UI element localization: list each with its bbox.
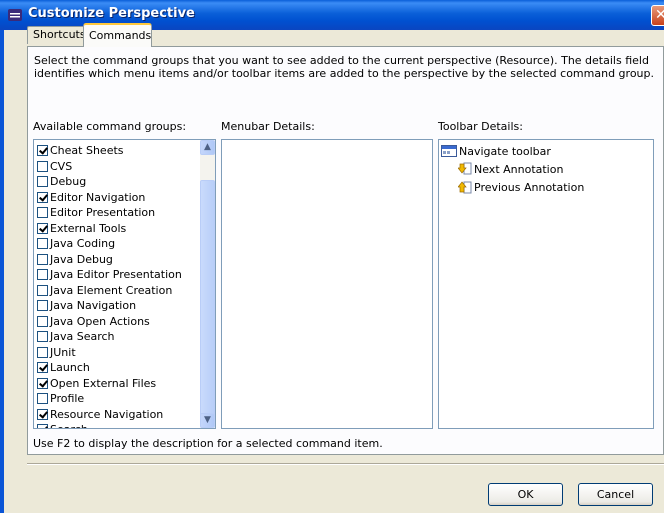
checkbox[interactable] xyxy=(37,253,48,265)
command-group-item[interactable]: Java Coding xyxy=(37,236,115,251)
checkbox[interactable] xyxy=(37,160,48,172)
checkbox[interactable] xyxy=(37,222,48,234)
window-title: Customize Perspective xyxy=(28,6,195,21)
command-group-label: Editor Navigation xyxy=(50,190,146,204)
button-separator xyxy=(27,463,664,465)
toolbar-details-label: Toolbar Details: xyxy=(438,120,523,133)
command-group-label: Resource Navigation xyxy=(50,407,164,421)
command-group-label: Open External Files xyxy=(50,376,157,390)
command-group-label: External Tools xyxy=(50,221,127,235)
previous-annotation-icon xyxy=(458,181,472,194)
toolbar-details-tree[interactable]: Navigate toolbar Next Annotation Previou… xyxy=(438,139,654,429)
tree-item-next-annotation[interactable]: Next Annotation xyxy=(458,161,563,177)
checkbox[interactable] xyxy=(37,284,48,296)
command-group-item[interactable]: Java Debug xyxy=(37,252,113,267)
tab-shortcuts[interactable]: Shortcuts xyxy=(27,26,86,44)
checkbox[interactable] xyxy=(37,300,48,311)
chevron-down-icon: ▼ xyxy=(204,415,211,425)
next-annotation-icon xyxy=(458,162,472,175)
checkbox[interactable] xyxy=(37,408,48,420)
tree-item-previous-annotation[interactable]: Previous Annotation xyxy=(458,179,584,195)
command-group-label: Launch xyxy=(50,361,90,374)
checkbox[interactable] xyxy=(37,362,48,373)
command-group-label: Search xyxy=(50,423,88,428)
command-group-label: Java Search xyxy=(50,330,115,343)
command-group-label: Cheat Sheets xyxy=(50,144,124,157)
checkbox[interactable] xyxy=(37,176,48,187)
command-group-label: CVS xyxy=(50,159,73,173)
command-group-item[interactable]: Editor Navigation xyxy=(37,190,145,205)
scroll-up-button[interactable]: ▲ xyxy=(200,140,215,155)
checkbox[interactable] xyxy=(37,207,48,218)
eclipse-app-icon xyxy=(8,9,22,21)
checkbox[interactable] xyxy=(37,377,48,389)
command-group-label: Java Editor Presentation xyxy=(50,268,182,281)
command-group-item[interactable]: Java Search xyxy=(37,329,115,344)
command-group-item[interactable]: Search xyxy=(37,422,88,428)
ok-button[interactable]: OK xyxy=(488,483,563,506)
checkbox[interactable] xyxy=(37,331,48,342)
close-button[interactable]: ✕ xyxy=(651,5,664,26)
command-group-item[interactable]: Java Element Creation xyxy=(37,283,172,298)
command-group-item[interactable]: Launch xyxy=(37,360,90,375)
command-group-label: Java Open Actions xyxy=(50,314,150,328)
f2-hint-text: Use F2 to display the description for a … xyxy=(33,437,383,450)
command-group-item[interactable]: Java Editor Presentation xyxy=(37,267,182,282)
scroll-thumb[interactable] xyxy=(200,180,215,418)
cancel-button[interactable]: Cancel xyxy=(578,483,653,506)
description-text: Select the command groups that you want … xyxy=(34,54,654,80)
chevron-up-icon: ▲ xyxy=(204,142,211,152)
checkbox[interactable] xyxy=(37,238,48,249)
list-scrollbar[interactable]: ▲ ▼ xyxy=(200,140,215,428)
checkbox[interactable] xyxy=(37,346,48,358)
tree-item-label: Navigate toolbar xyxy=(459,144,551,158)
command-group-label: Editor Presentation xyxy=(50,206,156,219)
scroll-down-button[interactable]: ▼ xyxy=(200,413,215,428)
checkbox[interactable] xyxy=(37,269,48,280)
menubar-details-label: Menubar Details: xyxy=(221,120,315,133)
checkbox[interactable] xyxy=(37,145,48,156)
command-group-item[interactable]: CVS xyxy=(37,159,72,174)
command-group-label: Java Element Creation xyxy=(50,283,173,297)
close-icon: ✕ xyxy=(655,7,664,23)
command-group-label: Debug xyxy=(50,175,87,188)
command-group-item[interactable]: Java Open Actions xyxy=(37,314,150,329)
available-groups-label: Available command groups: xyxy=(33,120,187,133)
checkbox[interactable] xyxy=(37,424,48,428)
command-group-label: Java Navigation xyxy=(50,299,137,312)
command-group-item[interactable]: Resource Navigation xyxy=(37,407,163,422)
menubar-details-box[interactable] xyxy=(221,139,433,429)
command-group-item[interactable]: Java Navigation xyxy=(37,298,136,313)
command-group-item[interactable]: External Tools xyxy=(37,221,126,236)
tree-item-navigate-toolbar[interactable]: Navigate toolbar xyxy=(441,143,551,159)
command-group-item[interactable]: Editor Presentation xyxy=(37,205,155,220)
tab-commands[interactable]: Commands xyxy=(83,23,152,47)
tree-item-label: Next Annotation xyxy=(474,162,564,176)
command-group-item[interactable]: JUnit xyxy=(37,345,76,360)
command-group-item[interactable]: Open External Files xyxy=(37,376,156,391)
command-group-item[interactable]: Cheat Sheets xyxy=(37,143,124,158)
checkbox[interactable] xyxy=(37,191,48,203)
window-frame xyxy=(0,30,4,513)
command-groups-list[interactable]: Cheat Sheets CVS Debug Editor Navigation Edi… xyxy=(33,139,216,429)
command-group-label: JUnit xyxy=(50,345,76,359)
toolbar-icon xyxy=(441,145,457,157)
command-group-label: Java Coding xyxy=(50,237,116,250)
checkbox[interactable] xyxy=(37,315,48,327)
command-group-label: Profile xyxy=(50,392,85,405)
command-group-item[interactable]: Profile xyxy=(37,391,84,406)
tree-item-label: Previous Annotation xyxy=(474,180,585,194)
command-group-item[interactable]: Debug xyxy=(37,174,86,189)
checkbox[interactable] xyxy=(37,393,48,404)
command-group-label: Java Debug xyxy=(50,252,113,266)
